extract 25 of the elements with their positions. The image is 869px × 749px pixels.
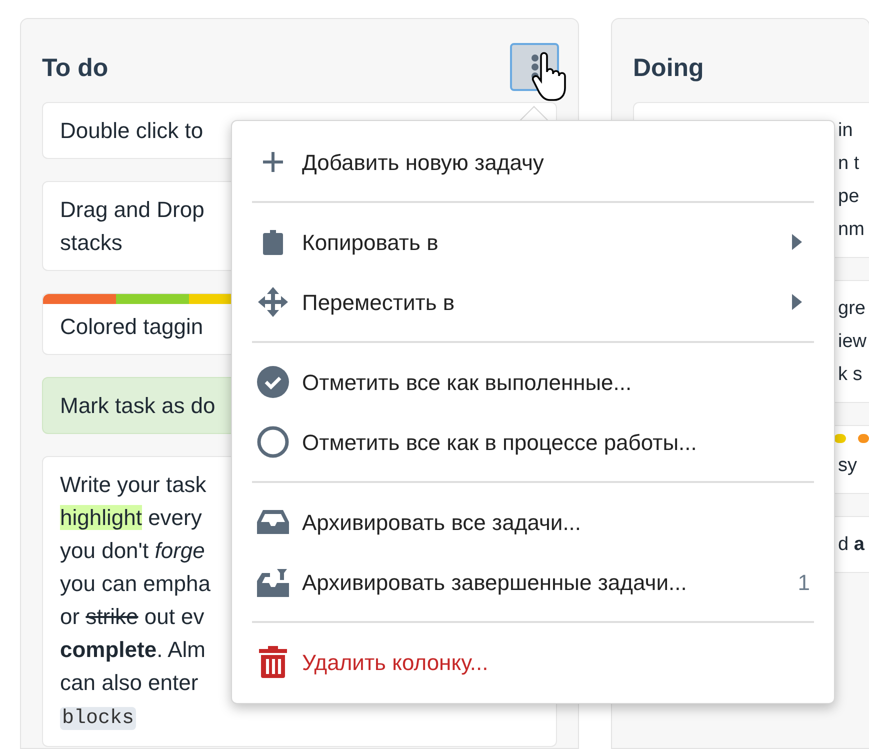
count-label: 1 [798,568,810,596]
card-text: Drag and Drop [60,196,204,224]
card-text: d a [838,533,864,557]
card-text: Write your task [60,471,206,499]
card-text: can also enter [60,669,198,697]
card-text: or strike out ev [60,603,204,631]
card-text: iew [838,330,867,354]
card-text: pe [838,185,860,209]
card-text: k s [838,363,862,387]
card-text: Double click to [60,117,204,145]
card-text: blocks [60,706,136,732]
card-text: highlight every [60,504,202,532]
card-text: Colored taggin [60,313,204,341]
card-text: nm [838,218,864,242]
card-text: gre [838,297,866,321]
card-text: sy [838,454,857,478]
card-text: stacks [60,229,122,257]
card-text: complete. Alm [60,636,206,664]
card-text: you don't forge [60,537,205,565]
card-text: in [838,119,853,143]
column-title: To do [42,53,108,84]
column-title: Doing [633,53,704,84]
card-text: you can empha [60,570,210,598]
card-text: Mark task as do [60,392,216,420]
card-text: n t [838,152,860,176]
